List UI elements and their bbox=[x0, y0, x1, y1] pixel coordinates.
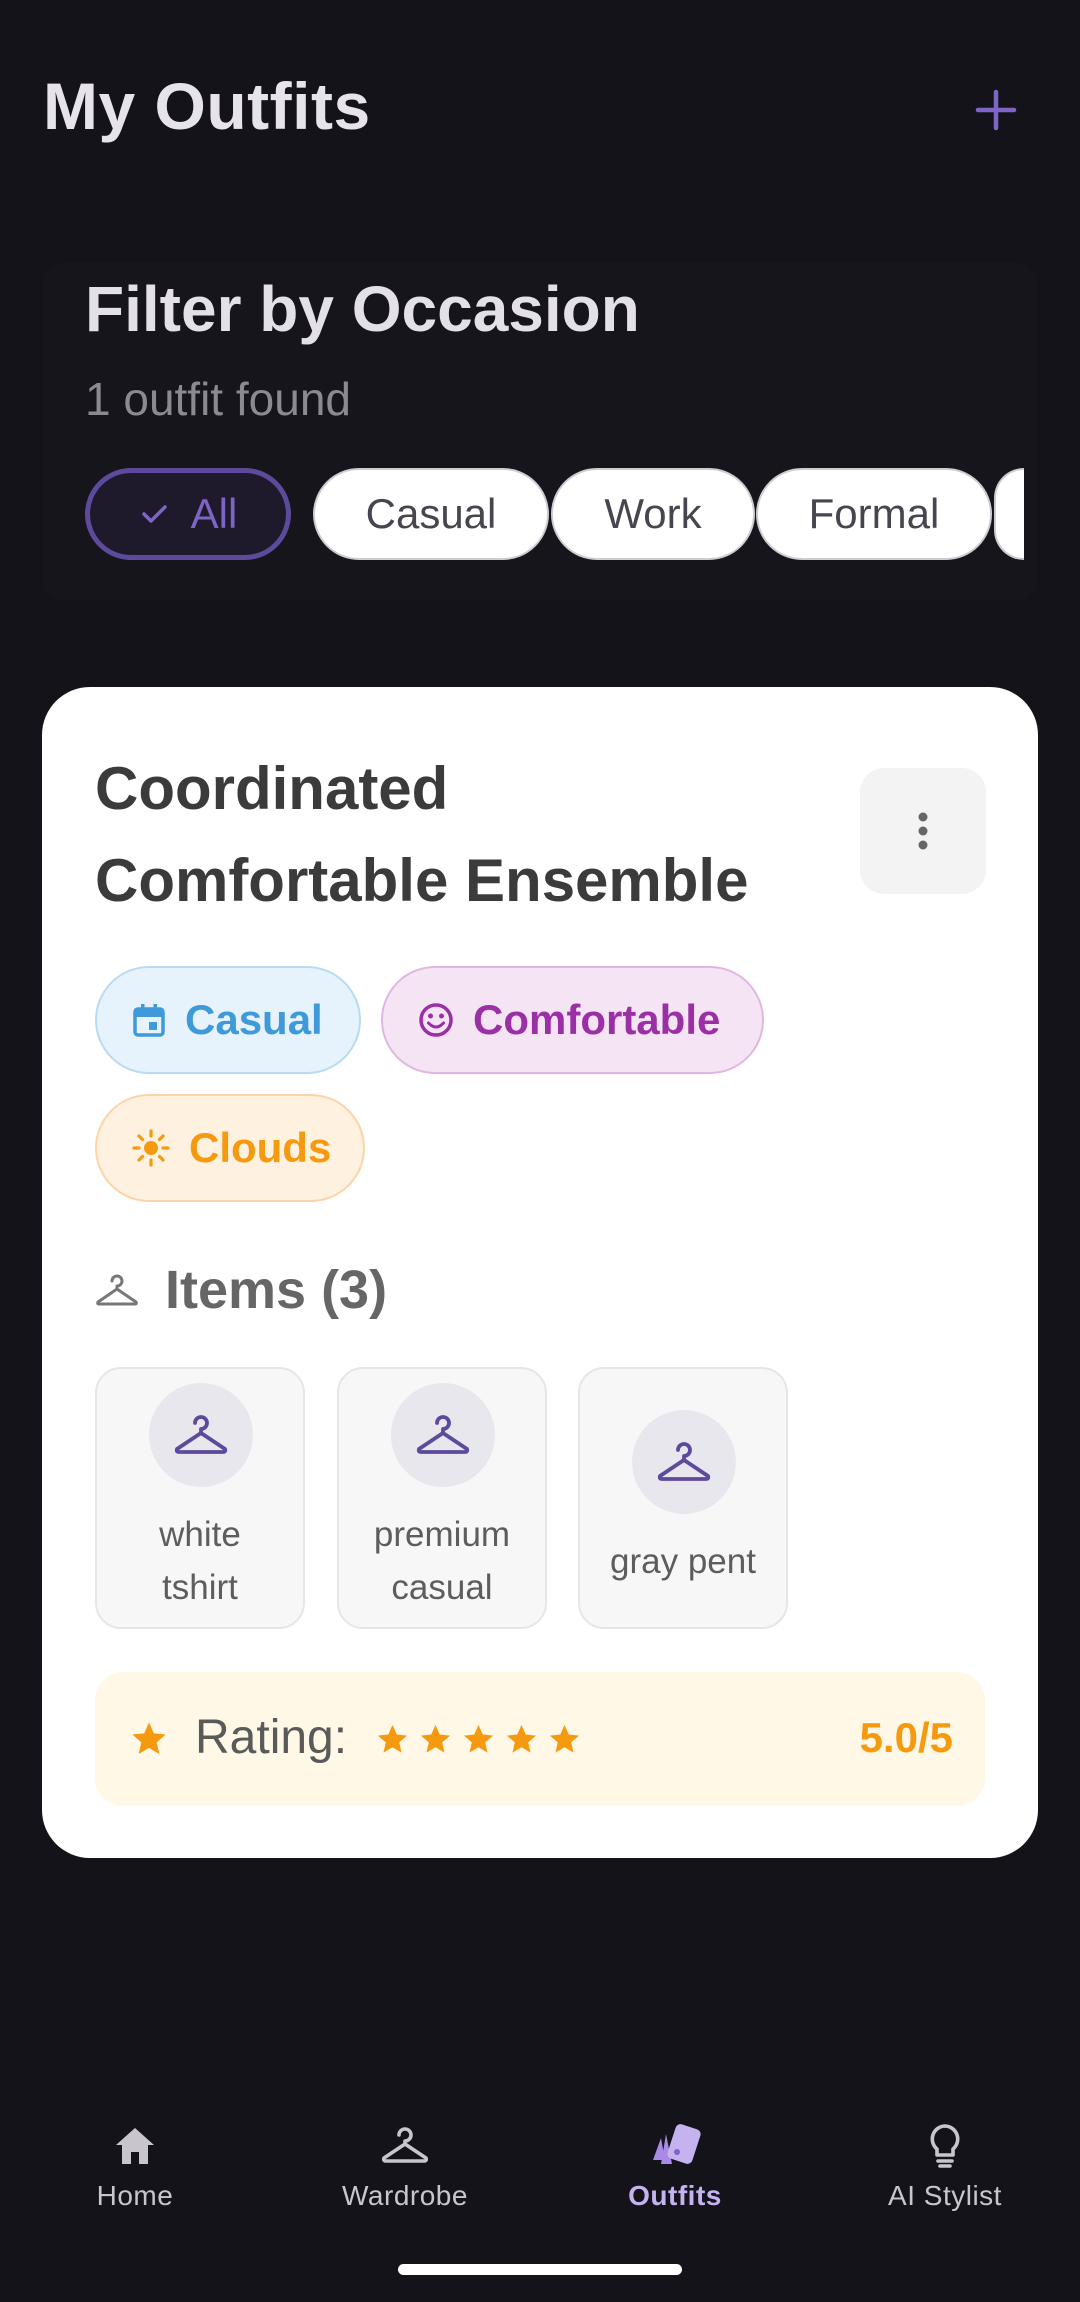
star-icon bbox=[377, 1724, 408, 1753]
nav-item-ai-stylist[interactable]: AI Stylist bbox=[835, 2118, 1055, 2228]
outfit-title: Coordinated Comfortable Ensemble bbox=[95, 755, 749, 914]
sun-icon bbox=[131, 1128, 171, 1168]
filter-chip-work[interactable]: Work bbox=[551, 468, 755, 560]
chip-label: Casual bbox=[365, 490, 497, 537]
item-label: white tshirt bbox=[159, 1515, 241, 1607]
tag-label: Casual bbox=[185, 996, 323, 1043]
nav-label: Home bbox=[96, 2180, 174, 2211]
more-vert-icon bbox=[918, 812, 928, 850]
nav-item-outfits[interactable]: Outfits bbox=[565, 2118, 785, 2228]
nav-label: Outfits bbox=[628, 2180, 722, 2211]
filter-chip-all[interactable]: All bbox=[85, 468, 291, 560]
star-icon bbox=[463, 1724, 494, 1753]
star-icon bbox=[129, 1719, 169, 1759]
page-title: My Outfits bbox=[43, 69, 371, 143]
weather-tag: Clouds bbox=[95, 1094, 365, 1202]
hanger-icon bbox=[416, 1415, 470, 1454]
home-indicator[interactable] bbox=[398, 2264, 682, 2275]
star-icon bbox=[420, 1724, 451, 1753]
item-label: gray pent bbox=[610, 1542, 756, 1581]
filter-chip-formal[interactable]: Formal bbox=[756, 468, 992, 560]
style-tag: Comfortable bbox=[381, 966, 764, 1074]
chip-label: All bbox=[190, 490, 238, 537]
item-label: premium casual bbox=[373, 1515, 511, 1607]
items-heading: Items (3) bbox=[95, 1259, 387, 1321]
hanger-icon bbox=[174, 1415, 228, 1454]
star-icon bbox=[549, 1724, 580, 1753]
item-card[interactable]: premium casual bbox=[337, 1367, 547, 1629]
rating-stars bbox=[375, 1722, 582, 1757]
outfit-card[interactable]: Coordinated Comfortable Ensemble Casual bbox=[42, 687, 1038, 1858]
tag-label: Clouds bbox=[189, 1124, 332, 1171]
nav-item-wardrobe[interactable]: Wardrobe bbox=[295, 2118, 515, 2228]
rating-value: 5.0/5 bbox=[859, 1714, 953, 1761]
app-header: My Outfits bbox=[0, 0, 1080, 210]
filter-title: Filter by Occasion bbox=[85, 273, 640, 345]
nav-item-home[interactable]: Home bbox=[25, 2118, 245, 2228]
smile-icon bbox=[417, 1001, 455, 1039]
outfit-menu-button[interactable] bbox=[860, 768, 986, 894]
rating-bar: Rating: 5.0/5 bbox=[95, 1672, 985, 1806]
add-outfit-button[interactable] bbox=[958, 72, 1034, 148]
check-icon bbox=[139, 499, 169, 529]
tag-label: Comfortable bbox=[473, 996, 721, 1043]
occasion-tag: Casual bbox=[95, 966, 361, 1074]
plus-icon bbox=[975, 89, 1017, 131]
filter-section: Filter by Occasion 1 outfit found All Ca… bbox=[42, 262, 1038, 600]
items-heading-label: Items (3) bbox=[165, 1260, 388, 1320]
item-thumb bbox=[391, 1383, 495, 1487]
outfit-count: 1 outfit found bbox=[85, 373, 351, 425]
lightbulb-icon bbox=[925, 2118, 965, 2174]
outfits-icon bbox=[647, 2118, 703, 2174]
filter-chip-casual[interactable]: Casual bbox=[313, 468, 549, 560]
hanger-icon bbox=[657, 1442, 711, 1481]
outfits-screen: My Outfits Filter by Occasion 1 outfit f… bbox=[0, 0, 1080, 2302]
hanger-icon bbox=[380, 2118, 430, 2174]
item-card[interactable]: white tshirt bbox=[95, 1367, 305, 1629]
item-thumb bbox=[632, 1410, 736, 1514]
item-thumb bbox=[149, 1383, 253, 1487]
calendar-icon bbox=[131, 1002, 167, 1038]
hanger-icon bbox=[95, 1273, 139, 1307]
filter-chip-overflow[interactable] bbox=[994, 468, 1024, 560]
home-icon bbox=[113, 2118, 157, 2174]
chip-label: Work bbox=[604, 490, 702, 537]
nav-label: Wardrobe bbox=[342, 2180, 468, 2211]
chip-label: Formal bbox=[808, 490, 940, 537]
rating-label: Rating: bbox=[195, 1711, 348, 1764]
star-icon bbox=[506, 1724, 537, 1753]
nav-label: AI Stylist bbox=[888, 2180, 1002, 2211]
item-card[interactable]: gray pent bbox=[578, 1367, 788, 1629]
